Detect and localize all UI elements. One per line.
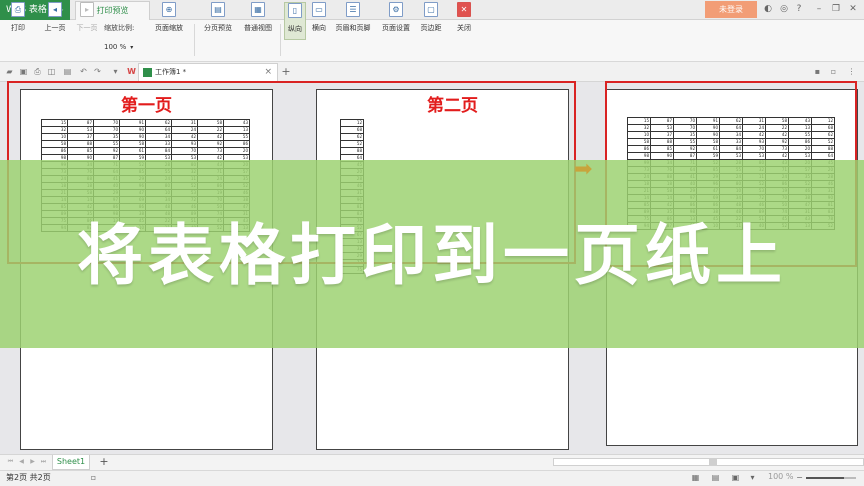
prev-page-label: 上一页: [44, 24, 66, 32]
print-button[interactable]: ⎙ 打印: [4, 2, 32, 40]
page-break-icon: ▤: [211, 2, 225, 17]
save-icon[interactable]: ▣: [18, 66, 29, 77]
wps-logo-icon: W: [127, 67, 136, 76]
next-page-icon: ▸: [80, 2, 94, 17]
normal-view-label: 普通视图: [244, 24, 272, 32]
prev-page-icon: ◂: [48, 2, 62, 17]
comment-icon[interactable]: ▪: [812, 66, 823, 77]
zoom-select[interactable]: 100 % ▾: [104, 43, 148, 51]
redo-icon[interactable]: ↷: [92, 66, 103, 77]
prev-sheet-icon[interactable]: ◀: [17, 457, 26, 467]
margins-button[interactable]: ▢ 页边距: [416, 2, 446, 40]
sheet-status-icon: ▫: [90, 473, 97, 482]
help-icon[interactable]: ?: [793, 3, 805, 16]
margins-icon: ▢: [424, 2, 438, 17]
prev-page-button[interactable]: ◂ 上一页: [40, 2, 70, 40]
page-setup-button[interactable]: ⚙ 页面设置: [378, 2, 414, 40]
zoom-menu-icon[interactable]: ▾: [747, 472, 758, 483]
page-setup-icon: ⚙: [389, 2, 403, 17]
ribbon-divider: [194, 24, 195, 56]
next-sheet-icon[interactable]: ▶: [28, 457, 37, 467]
page-layout-status-icon[interactable]: ▤: [710, 472, 721, 483]
zoom-percentage: 100 %: [768, 472, 794, 481]
zoom-label: 缩放比例:: [104, 24, 135, 32]
customize-chevron-icon[interactable]: ▾: [110, 66, 121, 77]
close-preview-button[interactable]: ✕ 关闭: [450, 2, 478, 40]
spreadsheet-icon: [143, 68, 152, 77]
next-page-label: 下一页: [76, 24, 98, 32]
normal-view-button[interactable]: ▦ 普通视图: [240, 2, 276, 40]
print-label: 打印: [11, 24, 25, 32]
printer-icon: ⎙: [11, 2, 25, 17]
header-footer-label: 页眉和页脚: [335, 24, 371, 32]
margins-label: 页边距: [420, 24, 442, 32]
skin-icon[interactable]: ◐: [762, 3, 774, 16]
add-sheet-button[interactable]: +: [98, 455, 110, 469]
normal-view-icon: ▦: [251, 2, 265, 17]
ribbon-divider: [280, 24, 281, 56]
window-list-icon[interactable]: ▫: [828, 66, 839, 77]
first-sheet-icon[interactable]: ⏮: [6, 457, 15, 467]
page-zoom-label: 页面缩放: [155, 24, 183, 32]
close-icon[interactable]: ✕: [847, 3, 859, 16]
close-preview-label: 关闭: [457, 24, 471, 32]
chevron-down-icon: ▾: [130, 44, 134, 51]
caption-text: 将表格打印到一页纸上: [77, 217, 787, 294]
portrait-label: 纵向: [288, 25, 302, 33]
page-break-preview-button[interactable]: ▤ 分页预览: [200, 2, 236, 40]
landscape-icon: ▭: [312, 2, 326, 17]
reading-mode-icon[interactable]: ▣: [730, 472, 741, 483]
last-sheet-icon[interactable]: ⏭: [39, 457, 48, 467]
page-zoom-button[interactable]: ⊕ 页面缩放: [148, 2, 190, 40]
minimize-icon[interactable]: –: [813, 3, 825, 16]
normal-view-status-icon[interactable]: ▦: [690, 472, 701, 483]
zoom-slider-fill: [806, 477, 844, 479]
undo-icon[interactable]: ↶: [78, 66, 89, 77]
right-arrow-icon: ➡: [574, 157, 593, 182]
scrollbar-thumb[interactable]: [709, 459, 717, 465]
portrait-button[interactable]: ▯ 纵向: [284, 2, 306, 40]
print-quick-icon[interactable]: ⎙: [32, 66, 43, 77]
document-tab[interactable]: 工作簿1 * ×: [138, 63, 278, 81]
page-count-status: 第2页 共2页: [6, 473, 51, 482]
landscape-label: 横向: [312, 24, 326, 32]
zoom-select-value: 100 %: [104, 43, 127, 51]
print-preview-icon[interactable]: ◫: [46, 66, 57, 77]
settings-icon[interactable]: ⋮: [846, 66, 857, 77]
close-tab-icon[interactable]: ×: [264, 64, 272, 81]
next-page-button[interactable]: ▸ 下一页: [72, 2, 102, 40]
target-icon[interactable]: ◎: [778, 3, 790, 16]
document-tab-label: 工作簿1 *: [155, 68, 187, 76]
preview-active-icon[interactable]: ▤: [62, 66, 73, 77]
restore-icon[interactable]: ❐: [830, 3, 842, 16]
page-setup-label: 页面设置: [382, 24, 410, 32]
zoom-out-icon[interactable]: −: [794, 472, 805, 483]
portrait-icon: ▯: [288, 3, 302, 18]
sheet-tab-sheet1[interactable]: Sheet1: [52, 455, 90, 470]
page-break-preview-label: 分页预览: [204, 24, 232, 32]
open-folder-icon[interactable]: ▰: [4, 66, 15, 77]
login-button[interactable]: 未登录: [705, 1, 757, 18]
page-zoom-icon: ⊕: [162, 2, 176, 17]
new-tab-button[interactable]: +: [280, 64, 292, 79]
landscape-button[interactable]: ▭ 横向: [308, 2, 330, 40]
header-footer-button[interactable]: ☰ 页眉和页脚: [332, 2, 374, 40]
close-preview-icon: ✕: [457, 2, 471, 17]
header-footer-icon: ☰: [346, 2, 360, 17]
